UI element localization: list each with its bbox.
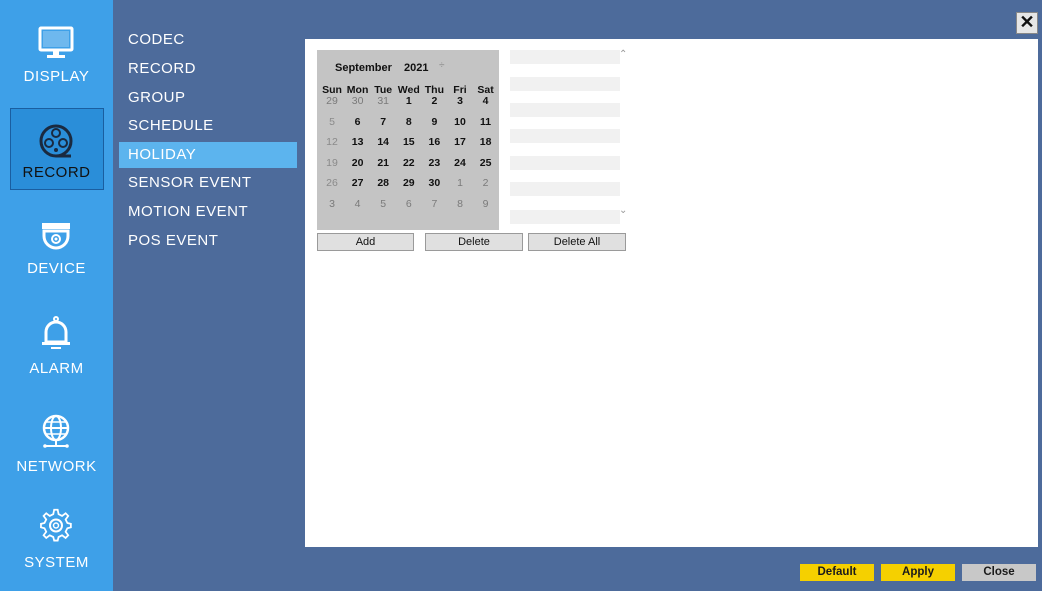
holiday-list-row[interactable] bbox=[510, 210, 620, 224]
dvr-setup-window: DISPLAY RECORD DEVICE ALARM NETWORK SYST… bbox=[0, 0, 1042, 591]
holiday-list-row[interactable] bbox=[510, 77, 620, 91]
dome-camera-icon bbox=[42, 223, 70, 250]
calendar-day[interactable]: 19 bbox=[319, 157, 345, 169]
calendar-day[interactable]: 4 bbox=[345, 198, 371, 210]
calendar-day[interactable]: 22 bbox=[396, 157, 422, 169]
gear-icon bbox=[40, 508, 72, 542]
calendar-day[interactable]: 4 bbox=[473, 95, 499, 107]
submenu-item-holiday[interactable]: HOLIDAY bbox=[119, 142, 297, 168]
category-record[interactable]: RECORD bbox=[0, 108, 113, 198]
calendar-day[interactable]: 31 bbox=[370, 95, 396, 107]
calendar-day[interactable]: 11 bbox=[473, 116, 499, 128]
calendar-day[interactable]: 9 bbox=[421, 116, 447, 128]
submenu-item-pos-event[interactable]: POS EVENT bbox=[119, 228, 297, 254]
calendar-day[interactable]: 14 bbox=[370, 136, 396, 148]
category-sidebar: DISPLAY RECORD DEVICE ALARM NETWORK SYST… bbox=[0, 0, 113, 591]
calendar-day[interactable]: 29 bbox=[319, 95, 345, 107]
category-system[interactable]: SYSTEM bbox=[0, 506, 113, 591]
year-spinner-icon[interactable]: ÷ bbox=[439, 60, 445, 71]
calendar-day[interactable]: 15 bbox=[396, 136, 422, 148]
category-label: NETWORK bbox=[16, 458, 97, 475]
apply-button[interactable]: Apply bbox=[881, 564, 955, 581]
submenu-item-motion-event[interactable]: MOTION EVENT bbox=[119, 199, 297, 225]
holiday-list-row[interactable] bbox=[510, 50, 620, 64]
calendar-day[interactable]: 3 bbox=[319, 198, 345, 210]
calendar-day[interactable]: 2 bbox=[473, 177, 499, 189]
film-reel-icon bbox=[39, 124, 73, 158]
holiday-list-row[interactable] bbox=[510, 182, 620, 196]
category-label: ALARM bbox=[29, 360, 84, 377]
submenu-item-codec[interactable]: CODEC bbox=[119, 27, 297, 53]
add-button[interactable]: Add bbox=[317, 233, 414, 251]
calendar-day[interactable]: 8 bbox=[447, 198, 473, 210]
calendar-day[interactable]: 1 bbox=[396, 95, 422, 107]
calendar-day[interactable]: 1 bbox=[447, 177, 473, 189]
calendar-day[interactable]: 30 bbox=[345, 95, 371, 107]
calendar-day[interactable]: 27 bbox=[345, 177, 371, 189]
holiday-panel: September 2021 ÷ Sun Mon Tue Wed Thu Fri Sat 29… bbox=[305, 39, 1038, 547]
category-label: DISPLAY bbox=[23, 68, 90, 85]
calendar-day[interactable]: 7 bbox=[370, 116, 396, 128]
category-label: RECORD bbox=[22, 164, 91, 181]
calendar-day[interactable]: 29 bbox=[396, 177, 422, 189]
globe-icon bbox=[42, 414, 70, 448]
calendar-day[interactable]: 18 bbox=[473, 136, 499, 148]
scroll-up-icon[interactable]: ⌃ bbox=[619, 49, 627, 60]
calendar-day[interactable]: 23 bbox=[421, 157, 447, 169]
calendar-year[interactable]: 2021 bbox=[404, 62, 428, 74]
calendar-day[interactable]: 6 bbox=[396, 198, 422, 210]
category-alarm[interactable]: ALARM bbox=[0, 312, 113, 402]
calendar-day[interactable]: 16 bbox=[421, 136, 447, 148]
calendar-day[interactable]: 21 bbox=[370, 157, 396, 169]
calendar-day[interactable]: 2 bbox=[421, 95, 447, 107]
calendar-day[interactable]: 9 bbox=[473, 198, 499, 210]
holiday-calendar: September 2021 ÷ Sun Mon Tue Wed Thu Fri Sat 29… bbox=[317, 50, 499, 230]
bell-icon bbox=[42, 316, 70, 349]
calendar-month[interactable]: September bbox=[335, 62, 392, 74]
calendar-day[interactable]: 25 bbox=[473, 157, 499, 169]
calendar-day[interactable]: 7 bbox=[421, 198, 447, 210]
calendar-day[interactable]: 12 bbox=[319, 136, 345, 148]
calendar-day[interactable]: 17 bbox=[447, 136, 473, 148]
calendar-day[interactable]: 8 bbox=[396, 116, 422, 128]
calendar-day[interactable]: 26 bbox=[319, 177, 345, 189]
holiday-list-row[interactable] bbox=[510, 156, 620, 170]
submenu-item-group[interactable]: GROUP bbox=[119, 85, 297, 111]
scroll-down-icon[interactable]: ⌄ bbox=[619, 205, 627, 216]
calendar-day[interactable]: 20 bbox=[345, 157, 371, 169]
calendar-day[interactable]: 6 bbox=[345, 116, 371, 128]
calendar-day[interactable]: 10 bbox=[447, 116, 473, 128]
calendar-day[interactable]: 5 bbox=[370, 198, 396, 210]
calendar-day[interactable]: 28 bbox=[370, 177, 396, 189]
calendar-day[interactable]: 24 bbox=[447, 157, 473, 169]
submenu-item-record[interactable]: RECORD bbox=[119, 56, 297, 82]
calendar-day[interactable]: 3 bbox=[447, 95, 473, 107]
monitor-icon bbox=[38, 26, 74, 58]
calendar-day[interactable]: 5 bbox=[319, 116, 345, 128]
category-network[interactable]: NETWORK bbox=[0, 410, 113, 500]
record-submenu: CODEC RECORD GROUP SCHEDULE HOLIDAY SENS… bbox=[113, 0, 303, 591]
calendar-day[interactable]: 30 bbox=[421, 177, 447, 189]
delete-all-button[interactable]: Delete All bbox=[528, 233, 626, 251]
holiday-list-row[interactable] bbox=[510, 103, 620, 117]
category-label: DEVICE bbox=[27, 260, 86, 277]
calendar-day[interactable]: 13 bbox=[345, 136, 371, 148]
delete-button[interactable]: Delete bbox=[425, 233, 523, 251]
category-display[interactable]: DISPLAY bbox=[0, 20, 113, 110]
holiday-list-row[interactable] bbox=[510, 129, 620, 143]
category-label: SYSTEM bbox=[24, 554, 89, 571]
close-button[interactable]: Close bbox=[962, 564, 1036, 581]
category-device[interactable]: DEVICE bbox=[0, 216, 113, 306]
submenu-item-schedule[interactable]: SCHEDULE bbox=[119, 113, 297, 139]
default-button[interactable]: Default bbox=[800, 564, 874, 581]
submenu-item-sensor-event[interactable]: SENSOR EVENT bbox=[119, 170, 297, 196]
close-icon[interactable]: ✕ bbox=[1016, 12, 1038, 34]
